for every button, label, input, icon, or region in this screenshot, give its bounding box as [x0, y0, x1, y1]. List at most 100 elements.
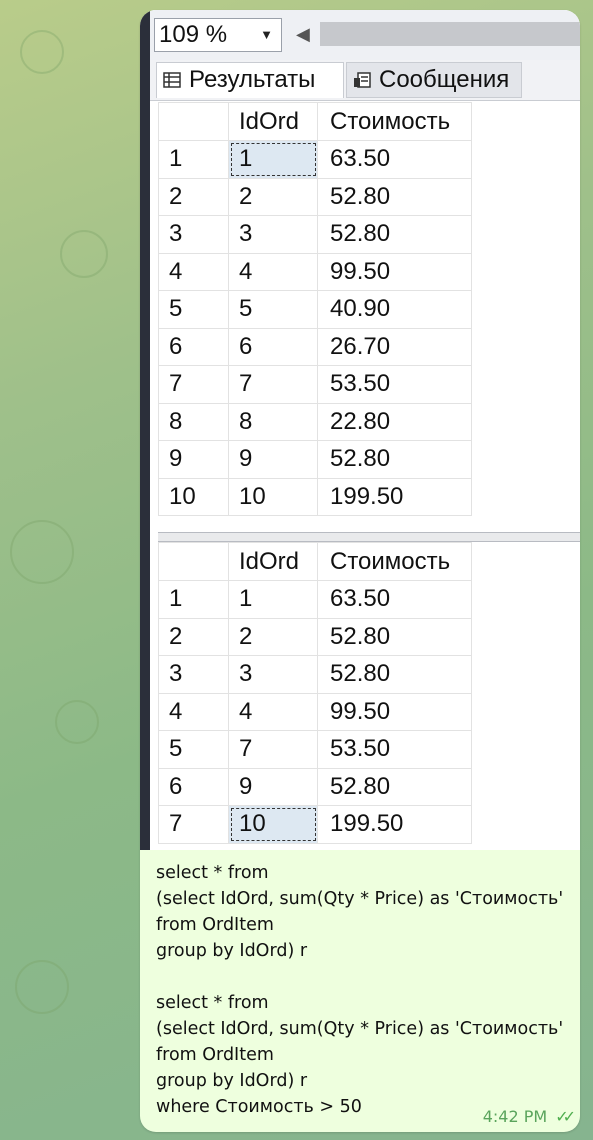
message-time: 4:42 PM	[482, 1107, 548, 1126]
cell-cost[interactable]: 52.80	[317, 215, 472, 254]
cell-cost[interactable]: 52.80	[317, 440, 472, 479]
cell-idord[interactable]: 4	[228, 252, 318, 291]
cell-idord[interactable]: 1	[228, 140, 318, 179]
cell-idord[interactable]: 7	[228, 365, 318, 404]
cell-cost[interactable]: 52.80	[317, 177, 472, 216]
message-bubble[interactable]: 109 % ▼ ◀ Результаты Сообщения IdOrd Сто…	[140, 10, 580, 1132]
row-number[interactable]: 6	[158, 327, 229, 366]
cell-cost[interactable]: 22.80	[317, 402, 472, 441]
cell-idord[interactable]: 4	[228, 692, 318, 731]
table-row[interactable]: 4 4 99.50	[158, 692, 472, 731]
cell-cost[interactable]: 52.80	[317, 655, 472, 694]
cell-idord[interactable]: 2	[228, 177, 318, 216]
cell-cost[interactable]: 26.70	[317, 327, 472, 366]
row-number[interactable]: 4	[158, 692, 229, 731]
cell-cost[interactable]: 53.50	[317, 730, 472, 769]
row-number-header[interactable]	[158, 102, 229, 141]
cell-idord[interactable]: 10	[228, 477, 318, 516]
table-row[interactable]: 7 7 53.50	[158, 365, 472, 404]
table-row[interactable]: 6 9 52.80	[158, 767, 472, 806]
column-header-cost[interactable]: Стоимость	[317, 102, 472, 141]
zoom-select[interactable]: 109 % ▼	[154, 18, 282, 52]
message-line: (select IdOrd, sum(Qty * Price) as 'Стои…	[156, 889, 564, 909]
table-row[interactable]: 1 1 63.50	[158, 140, 472, 179]
background-doodle	[10, 520, 74, 584]
table-row[interactable]: 5 5 40.90	[158, 290, 472, 329]
row-number[interactable]: 10	[158, 477, 229, 516]
result-grid-2[interactable]: IdOrd Стоимость 1 1 63.50 2 2 52.80 3 3 52.80 …	[158, 542, 472, 844]
row-number[interactable]: 1	[158, 580, 229, 619]
table-row[interactable]: 9 9 52.80	[158, 440, 472, 479]
column-header-idord[interactable]: IdOrd	[228, 102, 318, 141]
row-number[interactable]: 6	[158, 767, 229, 806]
cell-idord[interactable]: 3	[228, 215, 318, 254]
row-number[interactable]: 8	[158, 402, 229, 441]
row-number[interactable]: 7	[158, 805, 229, 844]
table-row[interactable]: 3 3 52.80	[158, 655, 472, 694]
message-line: group by IdOrd) r	[156, 1071, 308, 1091]
table-row[interactable]: 6 6 26.70	[158, 327, 472, 366]
row-number[interactable]: 2	[158, 617, 229, 656]
cell-idord[interactable]: 3	[228, 655, 318, 694]
table-row[interactable]: 3 3 52.80	[158, 215, 472, 254]
row-number[interactable]: 2	[158, 177, 229, 216]
column-header-idord[interactable]: IdOrd	[228, 542, 318, 581]
tab-messages[interactable]: Сообщения	[346, 62, 522, 98]
cell-idord[interactable]: 9	[228, 440, 318, 479]
table-row[interactable]: 2 2 52.80	[158, 617, 472, 656]
double-check-icon: ✓✓	[555, 1107, 576, 1126]
cell-cost[interactable]: 199.50	[317, 805, 472, 844]
row-number[interactable]: 3	[158, 215, 229, 254]
tab-results-label: Результаты	[189, 66, 316, 93]
cell-idord[interactable]: 10	[228, 805, 318, 844]
cell-cost[interactable]: 53.50	[317, 365, 472, 404]
table-row[interactable]: 1 1 63.50	[158, 580, 472, 619]
cell-cost[interactable]: 99.50	[317, 252, 472, 291]
cell-idord[interactable]: 1	[228, 580, 318, 619]
table-row[interactable]: 4 4 99.50	[158, 252, 472, 291]
cell-cost[interactable]: 63.50	[317, 140, 472, 179]
cell-cost[interactable]: 40.90	[317, 290, 472, 329]
attached-screenshot[interactable]: 109 % ▼ ◀ Результаты Сообщения IdOrd Сто…	[140, 10, 580, 850]
cell-cost[interactable]: 52.80	[317, 767, 472, 806]
cell-idord[interactable]: 9	[228, 767, 318, 806]
cell-idord[interactable]: 7	[228, 730, 318, 769]
row-number[interactable]: 9	[158, 440, 229, 479]
horizontal-scrollbar[interactable]	[320, 22, 580, 46]
grid-header-row: IdOrd Стоимость	[158, 542, 472, 581]
column-header-cost[interactable]: Стоимость	[317, 542, 472, 581]
row-number[interactable]: 5	[158, 290, 229, 329]
message-text: select * from (select IdOrd, sum(Qty * Pr…	[156, 860, 576, 1120]
row-number[interactable]: 1	[158, 140, 229, 179]
background-doodle	[60, 230, 108, 278]
results-tabs: Результаты Сообщения	[150, 60, 580, 101]
result-grid-1[interactable]: IdOrd Стоимость 1 1 63.50 2 2 52.80 3 3 52.80 …	[158, 102, 472, 516]
zoom-value: 109 %	[159, 21, 228, 48]
cell-idord[interactable]: 2	[228, 617, 318, 656]
table-row[interactable]: 2 2 52.80	[158, 177, 472, 216]
row-number[interactable]: 7	[158, 365, 229, 404]
table-row[interactable]: 7 10 199.50	[158, 805, 472, 844]
tab-results[interactable]: Результаты	[156, 62, 344, 98]
cell-cost[interactable]: 199.50	[317, 477, 472, 516]
cell-cost[interactable]: 63.50	[317, 580, 472, 619]
message-line: select * from	[156, 863, 269, 883]
table-row[interactable]: 10 10 199.50	[158, 477, 472, 516]
cell-cost[interactable]: 99.50	[317, 692, 472, 731]
message-line: select * from	[156, 993, 269, 1013]
message-line: from OrdItem	[156, 1045, 274, 1065]
row-number[interactable]: 5	[158, 730, 229, 769]
cell-idord[interactable]: 5	[228, 290, 318, 329]
row-number[interactable]: 3	[158, 655, 229, 694]
table-row[interactable]: 5 7 53.50	[158, 730, 472, 769]
grid-splitter[interactable]	[158, 532, 580, 542]
row-number[interactable]: 4	[158, 252, 229, 291]
row-number-header[interactable]	[158, 542, 229, 581]
cell-idord[interactable]: 8	[228, 402, 318, 441]
message-meta: 4:42 PM ✓✓	[482, 1107, 576, 1126]
cell-cost[interactable]: 52.80	[317, 617, 472, 656]
results-toolbar: 109 % ▼ ◀	[150, 10, 580, 60]
table-row[interactable]: 8 8 22.80	[158, 402, 472, 441]
cell-idord[interactable]: 6	[228, 327, 318, 366]
scroll-left-icon[interactable]: ◀	[296, 24, 310, 45]
